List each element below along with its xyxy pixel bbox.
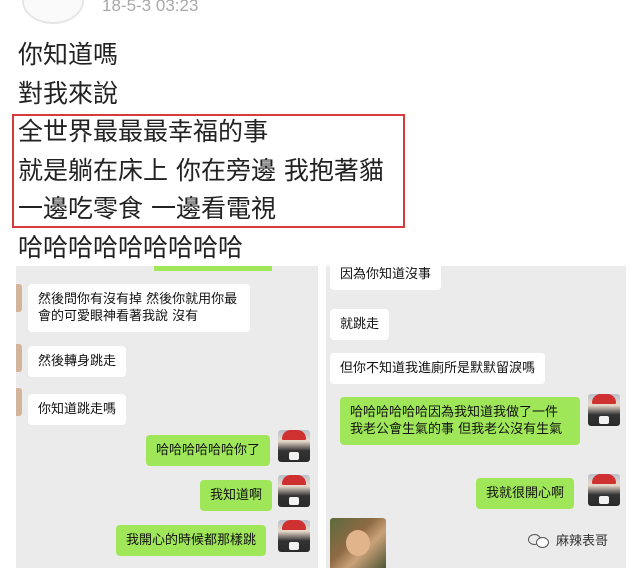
chat-bubble-outgoing: 我就很開心啊: [476, 478, 575, 509]
user-avatar: [278, 475, 310, 507]
poster-avatar[interactable]: [22, 0, 84, 24]
cut-off-bubble: [154, 266, 272, 271]
chat-bubble-outgoing: 我知道啊: [200, 480, 273, 511]
chat-bubble-incoming: 因為你知道沒事: [330, 266, 442, 290]
user-avatar: [278, 520, 310, 552]
post-line-highlighted: 全世界最最最幸福的事: [18, 117, 269, 146]
post-line-highlighted: 一邊吃零食 一邊看電視: [18, 194, 276, 223]
watermark-text: 麻辣表哥: [556, 534, 609, 549]
chat-bubble-incoming: 就跳走: [330, 309, 390, 340]
chat-bubble-outgoing: 哈哈哈哈哈哈因為我知道我做了一件我老公會生氣的事 但我老公沒有生氣: [340, 397, 580, 445]
chat-bubble-incoming: 然後轉身跳走: [28, 346, 127, 377]
post-line: 對我來說: [18, 79, 119, 108]
post-line: 你知道嗎: [18, 40, 119, 69]
contact-avatar: [16, 284, 22, 312]
user-avatar: [278, 430, 310, 462]
chat-screenshot-left: 然後問你有沒有掉 然後你就用你最會的可愛眼神看著我說 沒有 然後轉身跳走 你知道…: [16, 266, 318, 568]
post-line-highlighted: 就是躺在床上 你在旁邊 我抱著貓: [18, 156, 384, 185]
contact-photo-avatar: [330, 518, 386, 568]
user-avatar: [588, 394, 620, 426]
post-timestamp: 18-5-3 03:23: [102, 0, 199, 15]
chat-bubble-outgoing: 我開心的時候都那樣跳: [116, 525, 267, 556]
contact-avatar: [16, 388, 22, 416]
chat-bubble-incoming: 你知道跳走嗎: [28, 394, 127, 425]
contact-avatar: [16, 344, 22, 372]
user-avatar: [588, 474, 620, 506]
wechat-icon: [528, 532, 550, 548]
chat-bubble-incoming: 然後問你有沒有掉 然後你就用你最會的可愛眼神看著我說 沒有: [28, 284, 250, 332]
watermark: 麻辣表哥: [528, 530, 608, 549]
chat-screenshot-right: 因為你知道沒事 就跳走 但你不知道我進廁所是默默留淚嗎 哈哈哈哈哈哈因為我知道我…: [326, 266, 626, 568]
chat-bubble-incoming: 但你不知道我進廁所是默默留淚嗎: [330, 353, 546, 384]
chat-bubble-outgoing: 哈哈哈哈哈哈你了: [146, 435, 271, 466]
post-line: 哈哈哈哈哈哈哈哈哈: [18, 233, 244, 262]
